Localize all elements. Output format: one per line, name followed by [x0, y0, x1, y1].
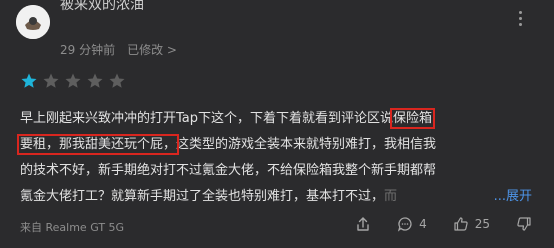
rating-stars: [20, 72, 126, 90]
review-meta: 29 分钟前 已修改 >: [60, 41, 177, 58]
edited-link[interactable]: 已修改 >: [127, 43, 177, 57]
star-filled-icon: [20, 72, 38, 90]
highlight-box-2: 要租，那我甜美还玩个屁，: [16, 134, 180, 155]
share-icon: [355, 216, 371, 232]
dislike-button[interactable]: [516, 216, 532, 232]
share-button[interactable]: [355, 216, 371, 232]
time-ago: 29 分钟前: [60, 43, 116, 57]
review-line-1: 早上刚起来兴致冲冲的打开Tap下这个，下着下着就看到评论区说保险箱: [20, 108, 436, 129]
thumbs-down-icon: [516, 216, 532, 232]
like-button[interactable]: 25: [453, 216, 490, 232]
expand-link[interactable]: ...展开: [489, 184, 532, 210]
reviewer-name[interactable]: 被来双的浓油: [60, 0, 144, 14]
star-empty-icon: [108, 72, 126, 90]
review-line-3: 的技术不好，新手期绝对打不过氪金大佬，不给保险箱我整个新手期都帮: [20, 163, 437, 178]
comment-icon: [397, 216, 413, 232]
comment-count: 4: [419, 217, 427, 231]
star-empty-icon: [64, 72, 82, 90]
like-count: 25: [474, 217, 490, 231]
review-text[interactable]: 早上刚起来兴致冲冲的打开Tap下这个，下着下着就看到评论区说保险箱 要租，那我甜…: [16, 106, 540, 210]
review-line-4: 氪金大佬打工？就算新手期过了全装也特别难打，基本打不过，而 ...展开: [20, 184, 540, 210]
thumbs-up-icon: [453, 216, 469, 232]
star-empty-icon: [86, 72, 104, 90]
more-options-icon[interactable]: [510, 8, 530, 28]
comment-button[interactable]: 4: [397, 216, 427, 232]
highlight-box-1: 保险箱: [390, 108, 436, 129]
device-label: 来自 Realme GT 5G: [20, 221, 125, 234]
avatar[interactable]: [16, 5, 50, 39]
star-empty-icon: [42, 72, 60, 90]
review-line-2: 要租，那我甜美还玩个屁，这类型的游戏全装本来就特别难打，我相信我: [16, 134, 437, 155]
review-actions: 4 25: [355, 216, 532, 232]
